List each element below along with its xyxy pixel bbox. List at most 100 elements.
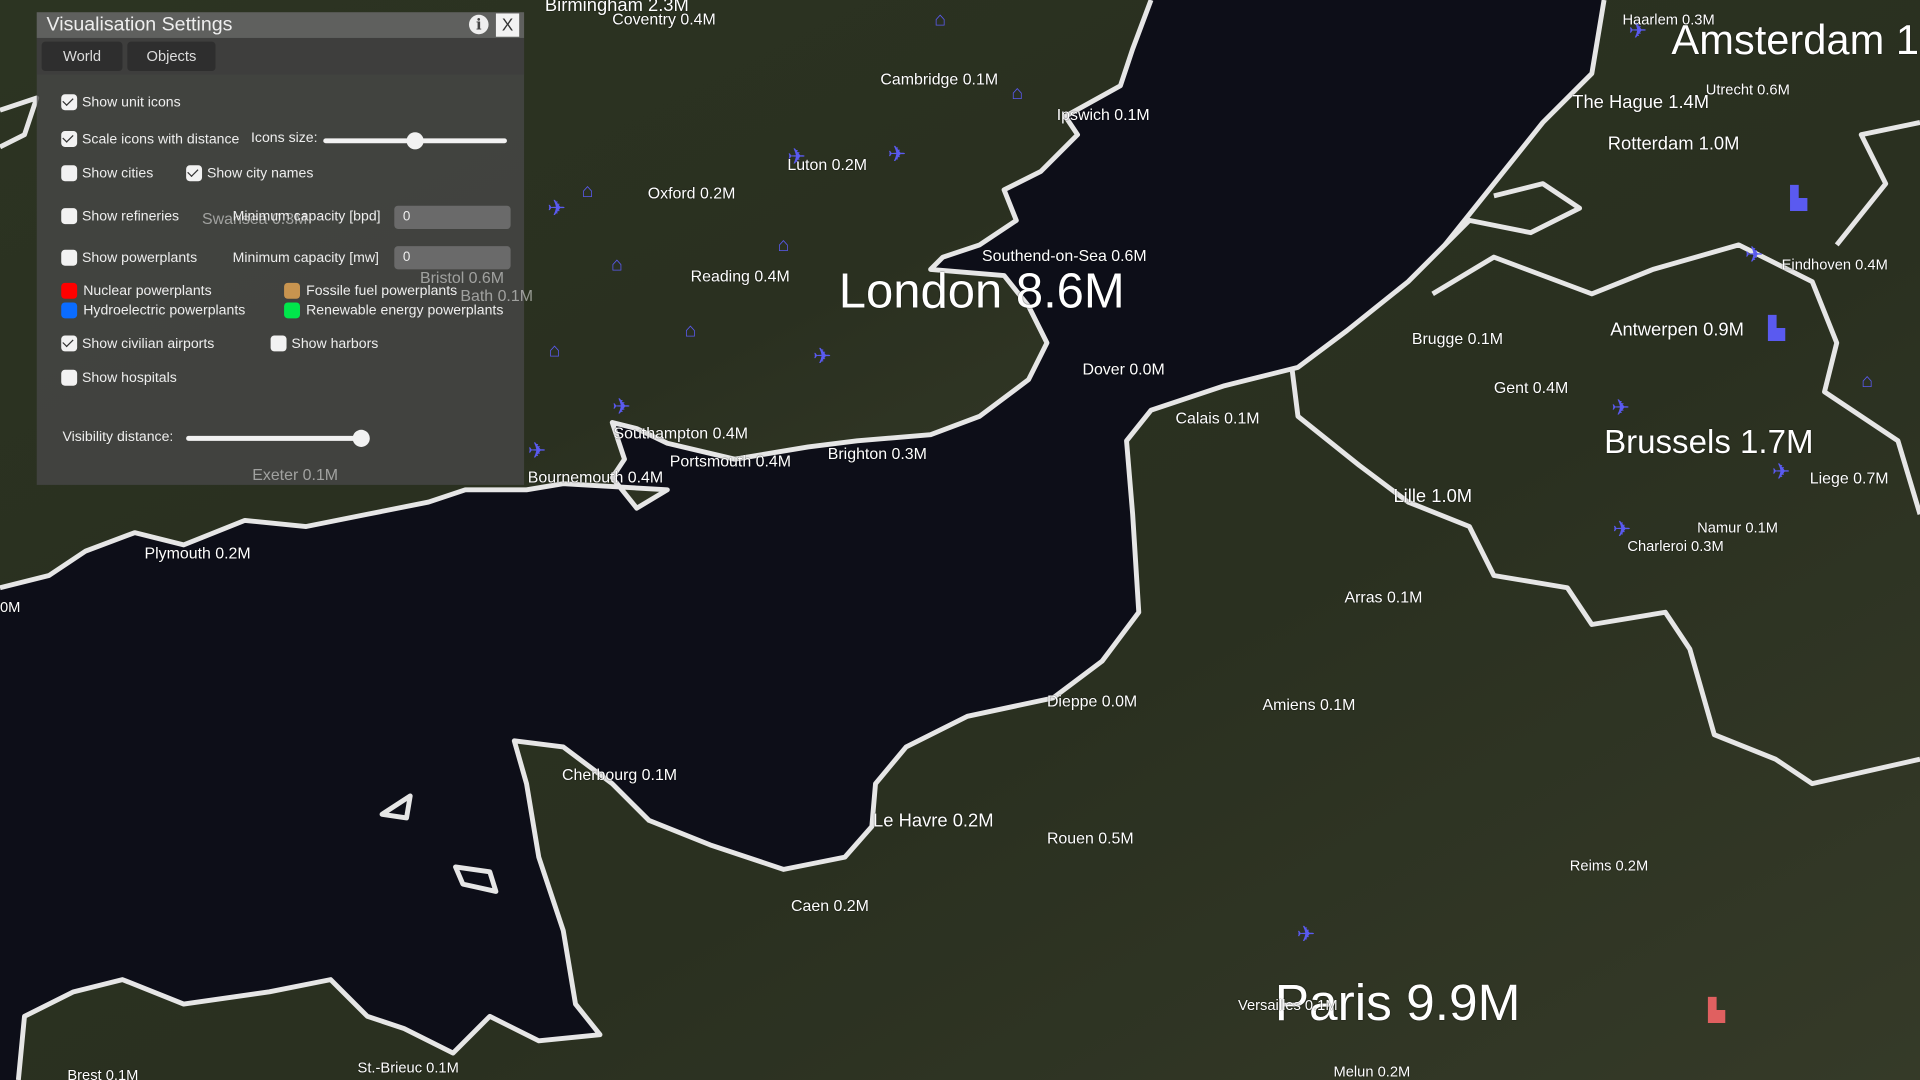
city-label: Dieppe 0.0M <box>1046 691 1138 711</box>
label: Show cities <box>82 165 154 181</box>
city-label: Coventry 0.4M <box>612 9 716 29</box>
refinery-min-capacity-input[interactable]: 0 <box>394 205 511 229</box>
scale-icons-checkbox[interactable]: Scale icons with distance <box>61 131 239 147</box>
checkbox[interactable] <box>61 369 78 386</box>
show-powerplants-checkbox[interactable]: Show powerplants <box>61 249 198 266</box>
city-label: Rotterdam 1.0M <box>1607 133 1740 155</box>
show-harbors-checkbox[interactable]: Show harbors <box>270 335 379 352</box>
city-label: Brest 0.1M <box>67 1066 139 1080</box>
city-label: Rouen 0.5M <box>1046 828 1134 848</box>
city-label: Cherbourg 0.1M <box>562 765 678 784</box>
show-city-names-checkbox[interactable]: Show city names <box>186 165 314 182</box>
show-refineries-checkbox[interactable]: Show refineries <box>61 208 180 225</box>
hospital-icon[interactable]: ⌂ <box>611 255 623 277</box>
label: Show hospitals <box>82 370 177 386</box>
city-label: Bath 0.1M <box>460 286 533 305</box>
city-label: Brussels 1.7M <box>1604 423 1814 461</box>
hospital-icon[interactable]: ⌂ <box>1861 371 1873 393</box>
hospital-icon[interactable]: ⌂ <box>582 181 594 203</box>
city-label: Calais 0.1M <box>1175 408 1260 428</box>
checkbox[interactable] <box>61 94 78 111</box>
show-cities-checkbox[interactable]: Show cities <box>61 165 154 182</box>
renewable-swatch <box>284 302 301 319</box>
airport-icon[interactable]: ✈ <box>888 142 906 168</box>
city-label: Portsmouth 0.4M <box>669 451 792 471</box>
label: Renewable energy powerplants <box>306 303 504 318</box>
tab-world[interactable]: World <box>41 41 123 72</box>
city-label: Reims 0.2M <box>1569 857 1649 875</box>
label: Show refineries <box>82 208 180 224</box>
airport-icon[interactable]: ✈ <box>1297 922 1315 948</box>
city-label: Plymouth 0.2M <box>144 543 251 563</box>
factory-icon[interactable]: ▙ <box>1790 186 1807 212</box>
panel-title: Visualisation Settings <box>46 14 233 36</box>
legend-nuclear: Nuclear powerplants <box>61 282 212 299</box>
show-hospitals-checkbox[interactable]: Show hospitals <box>61 369 177 386</box>
hospital-icon[interactable]: ⌂ <box>549 340 561 362</box>
checkbox[interactable] <box>61 249 78 266</box>
slider-handle[interactable] <box>406 132 424 150</box>
city-label: Oxford 0.2M <box>647 183 736 203</box>
checkbox[interactable] <box>61 208 78 225</box>
icons-size-slider[interactable] <box>323 132 507 150</box>
city-label: Dover 0.0M <box>1082 360 1165 379</box>
city-label: London 8.6M <box>838 264 1125 319</box>
label: Show harbors <box>291 336 379 351</box>
city-label: Charleroi 0.3M <box>1627 537 1724 555</box>
city-label: Liege 0.7M <box>1809 468 1889 488</box>
city-label: Brighton 0.3M <box>827 444 927 463</box>
airport-icon[interactable]: ✈ <box>612 394 630 420</box>
airport-icon[interactable]: ✈ <box>547 196 565 222</box>
slider-handle[interactable] <box>352 429 370 447</box>
hospital-icon[interactable]: ⌂ <box>778 235 790 257</box>
info-icon[interactable]: i <box>468 14 489 35</box>
hospital-icon[interactable]: ⌂ <box>1011 83 1023 105</box>
city-label: 0M <box>0 598 21 616</box>
hospital-icon[interactable]: ⌂ <box>684 321 696 343</box>
fossil-swatch <box>284 282 301 299</box>
airport-icon[interactable]: ✈ <box>813 344 831 370</box>
city-label: Bournemouth 0.4M <box>527 467 664 487</box>
checkbox[interactable] <box>61 131 78 147</box>
city-label: Cambridge 0.1M <box>880 69 999 89</box>
hospital-icon[interactable]: ⌂ <box>934 10 946 32</box>
airport-icon[interactable]: ✈ <box>1772 459 1790 485</box>
label: Show unit icons <box>82 94 181 110</box>
city-label: Ipswich 0.1M <box>1056 105 1150 124</box>
city-label: Amiens 0.1M <box>1262 695 1356 714</box>
show-airports-checkbox[interactable]: Show civilian airports <box>61 335 215 352</box>
city-label: Le Havre 0.2M <box>873 810 994 832</box>
factory-icon[interactable]: ▙ <box>1768 316 1785 342</box>
factory-icon[interactable]: ▙ <box>1708 998 1725 1024</box>
city-label: Versailles 0.1M <box>1237 996 1338 1014</box>
city-label: Namur 0.1M <box>1697 519 1778 537</box>
city-label: Luton 0.2M <box>787 155 867 174</box>
label: Show powerplants <box>82 250 198 266</box>
city-label: Lille 1.0M <box>1393 486 1473 507</box>
show-unit-icons-checkbox[interactable]: Show unit icons <box>61 94 181 111</box>
tab-objects[interactable]: Objects <box>127 41 216 72</box>
powerplant-min-capacity-label: Minimum capacity [mw] <box>232 251 379 266</box>
airport-icon[interactable]: ✈ <box>528 438 546 464</box>
close-button[interactable]: X <box>495 13 520 37</box>
legend-hydro: Hydroelectric powerplants <box>61 302 245 319</box>
label: Scale icons with distance <box>82 131 240 147</box>
airport-icon[interactable]: ✈ <box>1611 396 1629 422</box>
label: Show city names <box>206 165 314 181</box>
visibility-distance-label: Visibility distance: <box>62 429 174 445</box>
hydro-swatch <box>61 302 78 319</box>
checkbox[interactable] <box>186 165 203 182</box>
city-label: Caen 0.2M <box>791 896 869 915</box>
airport-icon[interactable]: ✈ <box>1745 242 1763 268</box>
label: Show civilian airports <box>82 336 215 351</box>
panel-title-bar[interactable]: Visualisation Settings i X <box>36 12 525 38</box>
city-label: Reading 0.4M <box>690 266 790 286</box>
checkbox[interactable] <box>61 165 78 182</box>
city-label: Bristol 0.6M <box>420 268 505 287</box>
checkbox[interactable] <box>270 335 287 352</box>
powerplant-min-capacity-input[interactable]: 0 <box>394 246 511 270</box>
map-viewport[interactable]: ✈ ⌂ ✈ ✈ ⌂ ⌂ ⌂ ⌂ ⌂ ⌂ ✈ ✈ ✈ ✈ ▙ ✈ ▙ ✈ ✈ ✈ … <box>0 0 1920 1080</box>
checkbox[interactable] <box>61 335 78 352</box>
city-label: The Hague 1.4M <box>1572 91 1710 113</box>
visibility-distance-slider[interactable] <box>186 429 370 447</box>
